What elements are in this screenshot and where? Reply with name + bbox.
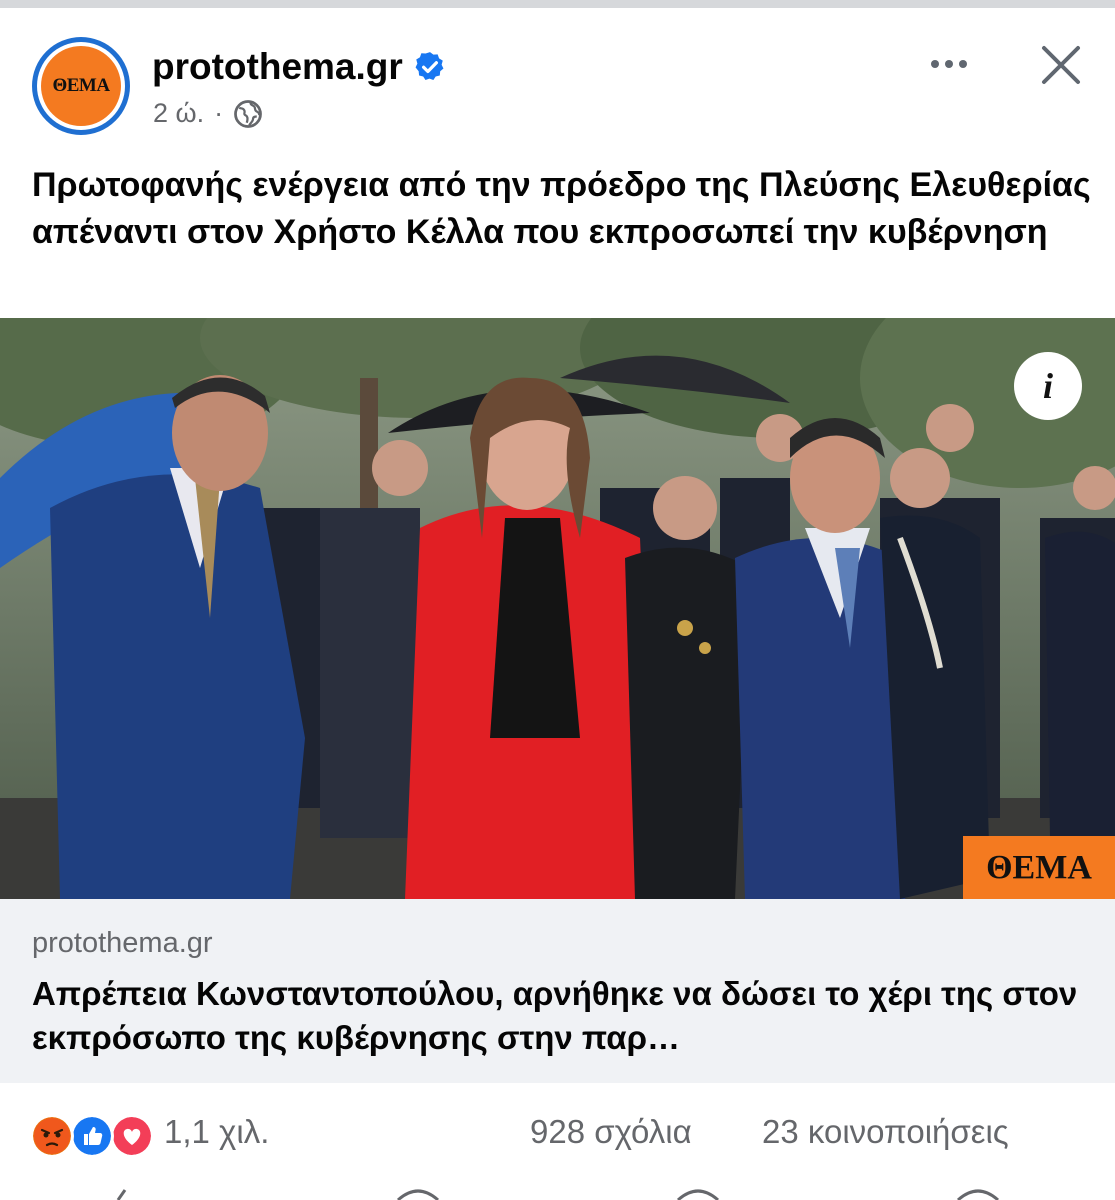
close-icon[interactable]	[1036, 40, 1086, 90]
reactions-summary[interactable]	[30, 1114, 160, 1158]
top-divider	[0, 0, 1115, 8]
link-domain[interactable]: protothema.gr	[32, 927, 213, 960]
action-bar-partial	[116, 1189, 1000, 1200]
angry-reaction-icon	[30, 1114, 74, 1158]
photo-illustration	[0, 318, 1115, 899]
love-reaction-icon	[110, 1114, 154, 1158]
post-time[interactable]: 2 ώ.	[153, 98, 204, 129]
photo-watermark: ΘΕΜΑ	[963, 836, 1115, 899]
page-avatar[interactable]: ΘΕΜΑ	[32, 37, 130, 135]
post-photo[interactable]	[0, 318, 1115, 899]
reactions-count[interactable]: 1,1 χιλ.	[164, 1113, 269, 1151]
globe-icon	[234, 99, 262, 128]
page-name[interactable]: protothema.gr	[152, 46, 403, 88]
post-meta: 2 ώ. ·	[153, 98, 263, 129]
avatar-logo: ΘΕΜΑ	[52, 75, 110, 96]
shares-count[interactable]: 23 κοινοποιήσεις	[762, 1113, 1009, 1151]
page-name-link[interactable]: protothema.gr	[152, 46, 447, 88]
verified-badge-icon	[415, 52, 444, 81]
link-title[interactable]: Απρέπεια Κωνσταντοπούλου, αρνήθηκε να δώ…	[32, 972, 1092, 1060]
comments-count[interactable]: 928 σχόλια	[530, 1113, 692, 1151]
more-options-icon[interactable]	[922, 44, 976, 84]
post-text: Πρωτοφανής ενέργεια από την πρόεδρο της …	[32, 166, 1091, 251]
meta-separator: ·	[214, 98, 224, 128]
info-button[interactable]: i	[1014, 352, 1082, 420]
like-reaction-icon	[70, 1114, 114, 1158]
